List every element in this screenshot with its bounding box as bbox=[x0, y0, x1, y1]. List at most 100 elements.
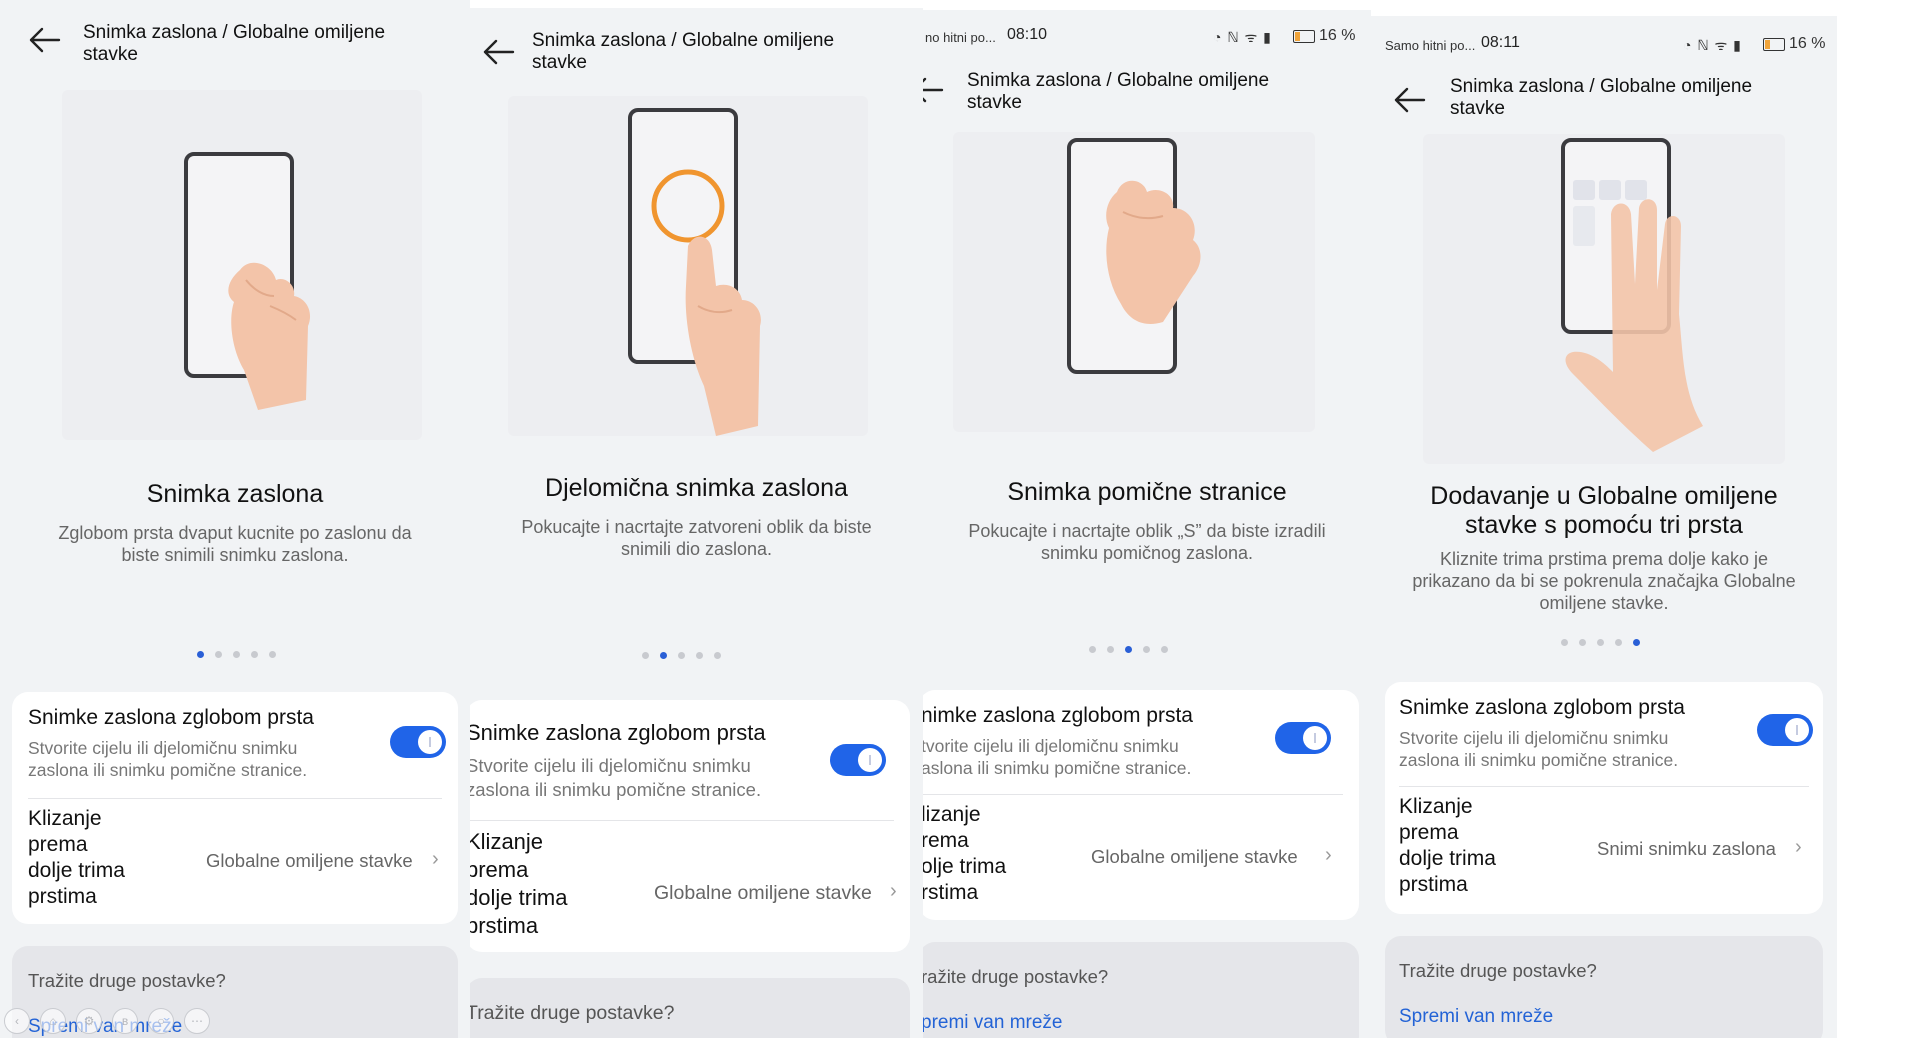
page-dot[interactable] bbox=[1143, 646, 1150, 653]
page-dot[interactable] bbox=[269, 651, 276, 658]
card-description: Pokucajte i nacrtajte zatvoreni oblik da… bbox=[521, 517, 872, 559]
knuckle-screenshot-toggle[interactable] bbox=[390, 726, 446, 758]
card-description: Pokucajte i nacrtajte oblik „S” da biste… bbox=[968, 521, 1326, 563]
page-dot[interactable] bbox=[1597, 639, 1604, 646]
page-dot[interactable] bbox=[1107, 646, 1114, 653]
three-finger-swipe-value[interactable]: Snimi snimku zaslona bbox=[1597, 838, 1776, 860]
three-finger-swipe-value[interactable]: Globalne omiljene stavke bbox=[206, 850, 413, 872]
status-time: 08:11 bbox=[1481, 34, 1520, 51]
hand-icon bbox=[1565, 199, 1703, 452]
page-dot[interactable] bbox=[215, 651, 222, 658]
page-indicator[interactable] bbox=[642, 652, 721, 659]
page-dot[interactable] bbox=[233, 651, 240, 658]
page-dot[interactable] bbox=[1579, 639, 1586, 646]
carrier-label: no hitni po... bbox=[925, 30, 996, 45]
card-title: Dodavanje u Globalne omiljene stavke s po… bbox=[1430, 482, 1778, 539]
other-settings-question: Tražite druge postavke? bbox=[470, 1002, 675, 1024]
three-finger-swipe-title[interactable]: Klizanje prema dolje trima prstima bbox=[470, 828, 567, 940]
more-icon[interactable]: ⋯ bbox=[184, 1008, 210, 1034]
page-dot[interactable] bbox=[660, 652, 667, 659]
status-icons: ◔ ℕ ᯤ ▮ bbox=[1213, 29, 1272, 45]
page-dot[interactable] bbox=[1615, 639, 1622, 646]
back-arrow-icon[interactable] bbox=[482, 38, 516, 66]
page-dot[interactable] bbox=[642, 652, 649, 659]
other-settings-card: ražite druge postavke? premi van mreže bbox=[923, 942, 1359, 1038]
save-offline-link[interactable]: Spremi van mreže bbox=[1399, 1006, 1553, 1028]
page-dot[interactable] bbox=[1125, 646, 1132, 653]
page-indicator[interactable] bbox=[1089, 646, 1168, 653]
chevron-right-icon[interactable]: › bbox=[1795, 836, 1802, 859]
page-dot[interactable] bbox=[714, 652, 721, 659]
battery-percent: 16 % bbox=[1319, 27, 1356, 44]
page-dot[interactable] bbox=[1161, 646, 1168, 653]
search-icon[interactable]: ○ bbox=[148, 1008, 174, 1034]
knuckle-screenshot-title: Snimke zaslona zglobom prsta bbox=[28, 706, 314, 729]
knuckle-screenshot-title: Snimke zaslona zglobom prsta bbox=[470, 720, 766, 745]
scrolling-screenshot-illustration bbox=[953, 132, 1315, 432]
other-settings-question: Tražite druge postavke? bbox=[28, 970, 226, 991]
hand-icon bbox=[685, 236, 761, 436]
page-dot[interactable] bbox=[1633, 639, 1640, 646]
page-indicator[interactable] bbox=[197, 651, 276, 658]
knuckle-screenshot-toggle[interactable] bbox=[1757, 714, 1813, 746]
page-dot[interactable] bbox=[251, 651, 258, 658]
knuckle-screenshot-title: nimke zaslona zglobom prsta bbox=[923, 704, 1193, 727]
settings-card: Snimke zaslona zglobom prsta Stvorite ci… bbox=[470, 700, 910, 952]
knuckle-screenshot-toggle[interactable] bbox=[830, 744, 886, 776]
other-settings-card: Tražite druge postavke? Spremi van mreže bbox=[1385, 936, 1823, 1038]
card-title: Djelomična snimka zaslona bbox=[545, 474, 848, 502]
three-finger-swipe-value[interactable]: Globalne omiljene stavke bbox=[654, 882, 872, 905]
hand-icon bbox=[1106, 180, 1201, 324]
back-arrow-icon[interactable] bbox=[28, 26, 62, 54]
screenshot-panel-4: Samo hitni po... 08:11 ◔ ℕ ᯤ ▮ 16 % Snim… bbox=[1371, 16, 1837, 1038]
back-arrow-icon[interactable] bbox=[923, 76, 945, 104]
save-offline-link[interactable]: premi van mreže bbox=[923, 1012, 1063, 1034]
other-settings-question: Tražite druge postavke? bbox=[1399, 960, 1597, 981]
home-icon[interactable]: ⌂ bbox=[40, 1008, 66, 1034]
knuckle-screenshot-toggle[interactable] bbox=[1275, 722, 1331, 754]
battery-icon bbox=[1293, 30, 1315, 43]
divider bbox=[28, 798, 442, 799]
divider bbox=[1399, 786, 1809, 787]
settings-card: Snimke zaslona zglobom prsta Stvorite ci… bbox=[12, 692, 458, 924]
chevron-right-icon[interactable]: › bbox=[1325, 844, 1332, 867]
card-title: Snimka pomične stranice bbox=[1007, 478, 1287, 506]
battery-percent: 16 % bbox=[1789, 35, 1826, 52]
three-finger-swipe-title[interactable]: Klizanje prema dolje trima prstima bbox=[28, 806, 125, 910]
page-indicator[interactable] bbox=[1561, 639, 1640, 646]
three-finger-swipe-title[interactable]: lizanje rema olje trima rstima bbox=[923, 802, 1006, 906]
three-finger-swipe-title[interactable]: Klizanje prema dolje trima prstima bbox=[1399, 794, 1496, 898]
page-dot[interactable] bbox=[197, 651, 204, 658]
status-icons: ◔ ℕ ᯤ ▮ bbox=[1683, 37, 1742, 53]
settings-card: Snimke zaslona zglobom prsta Stvorite ci… bbox=[1385, 682, 1823, 914]
knuckle-screenshot-description: Stvorite cijelu ili djelomičnu snimku zas… bbox=[1399, 728, 1679, 770]
page-dot[interactable] bbox=[1561, 639, 1568, 646]
back-arrow-icon[interactable] bbox=[1393, 86, 1427, 114]
page-title: Snimka zaslona / Globalne omiljene stavke bbox=[532, 30, 835, 73]
other-settings-card: Tražite druge postavke? bbox=[470, 978, 910, 1038]
three-finger-swipe-value[interactable]: Globalne omiljene stavke bbox=[1091, 846, 1298, 868]
partial-screenshot-illustration bbox=[508, 96, 868, 436]
knuckle-screenshot-description: Stvorite cijelu ili djelomičnu snimku zas… bbox=[28, 738, 308, 780]
settings-card: nimke zaslona zglobom prsta tvorite cije… bbox=[923, 690, 1359, 920]
knuckle-tap-illustration bbox=[62, 90, 422, 440]
knuckle-screenshot-description: tvorite cijelu ili djelomičnu snimku aslo… bbox=[923, 736, 1192, 778]
screenshot-panel-1: Snimka zaslona / Globalne omiljene stavke… bbox=[0, 0, 470, 1038]
page-header: Snimka zaslona / Globalne omiljene stavke bbox=[923, 70, 1371, 130]
settings-icon[interactable]: ⚙ bbox=[76, 1008, 102, 1034]
chevron-right-icon[interactable]: › bbox=[890, 880, 897, 903]
page-dot[interactable] bbox=[696, 652, 703, 659]
page-header: Snimka zaslona / Globalne omiljene stavke bbox=[0, 0, 470, 70]
screenshot-panel-3: no hitni po... 08:10 ◔ ℕ ᯤ ▮ 16 % Snimka… bbox=[923, 10, 1371, 1038]
card-title: Snimka zaslona bbox=[146, 480, 324, 508]
page-dot[interactable] bbox=[678, 652, 685, 659]
page-title: Snimka zaslona / Globalne omiljene stavke bbox=[83, 22, 386, 65]
screenshot-panel-2: Snimka zaslona / Globalne omiljene stavke… bbox=[470, 8, 923, 1038]
page-dot[interactable] bbox=[1089, 646, 1096, 653]
floating-toolbar: ‹ ⌂ ⚙ ʙ ○ ⋯ bbox=[4, 1008, 210, 1034]
back-icon[interactable]: ‹ bbox=[4, 1008, 30, 1034]
chevron-right-icon[interactable]: › bbox=[432, 848, 439, 871]
status-bar: Samo hitni po... 08:11 ◔ ℕ ᯤ ▮ 16 % bbox=[1371, 34, 1837, 58]
status-time: 08:10 bbox=[1007, 26, 1048, 43]
bluetooth-icon[interactable]: ʙ bbox=[112, 1008, 138, 1034]
